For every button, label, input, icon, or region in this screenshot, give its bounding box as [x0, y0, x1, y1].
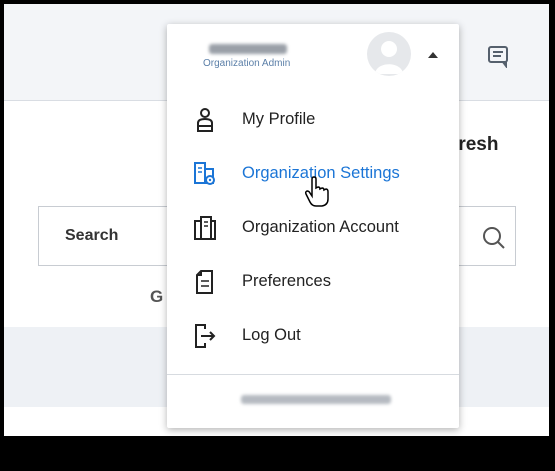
menu-item-my-profile[interactable]: My Profile [167, 98, 459, 142]
user-name-redacted [209, 44, 287, 54]
search-label: Search [65, 227, 119, 244]
app-window: fresh Search G Organization Admin My Pro… [4, 4, 549, 436]
menu-item-organization-account[interactable]: Organization Account [167, 206, 459, 250]
search-icon[interactable] [481, 225, 507, 251]
organization-settings-icon [194, 162, 215, 185]
message-icon[interactable] [486, 44, 512, 68]
caret-up-icon[interactable] [427, 51, 439, 59]
menu-item-label: Organization Settings [242, 164, 400, 182]
partial-tab-label[interactable]: G [150, 287, 163, 307]
user-header[interactable]: Organization Admin [167, 24, 459, 104]
menu-item-log-out[interactable]: Log Out [167, 314, 459, 358]
menu-item-organization-settings[interactable]: Organization Settings [167, 152, 459, 196]
menu-item-label: Log Out [242, 326, 301, 344]
preferences-icon [196, 270, 213, 294]
avatar[interactable] [367, 32, 411, 76]
menu-item-label: Preferences [242, 272, 331, 290]
user-role: Organization Admin [203, 58, 291, 69]
organization-account-icon [194, 216, 216, 240]
avatar-placeholder-icon [375, 41, 403, 74]
user-menu-dropdown: Organization Admin My Profile Organizati… [167, 24, 459, 428]
person-icon [197, 108, 213, 132]
user-email-redacted [241, 395, 391, 404]
menu-item-label: Organization Account [242, 218, 399, 236]
menu-item-preferences[interactable]: Preferences [167, 260, 459, 304]
menu-divider [167, 374, 459, 375]
logout-icon [195, 324, 216, 348]
menu-item-label: My Profile [242, 110, 316, 128]
